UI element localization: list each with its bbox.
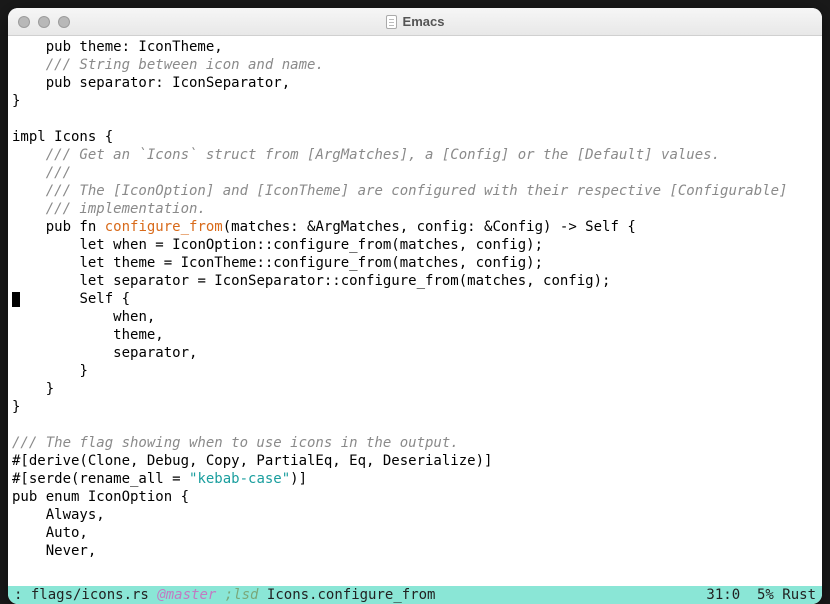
emacs-window: Emacs pub theme: IconTheme, /// String b… <box>8 8 822 604</box>
document-icon <box>386 15 397 29</box>
code-line[interactable]: Self { <box>8 290 822 308</box>
code-line[interactable]: /// The [IconOption] and [IconTheme] are… <box>8 182 822 200</box>
modeline-vc-branch: @master <box>157 587 216 603</box>
zoom-button[interactable] <box>58 16 70 28</box>
window-title: Emacs <box>8 14 822 29</box>
code-line[interactable]: /// implementation. <box>8 200 822 218</box>
code-line[interactable]: when, <box>8 308 822 326</box>
code-line[interactable]: } <box>8 362 822 380</box>
code-line[interactable]: pub fn configure_from(matches: &ArgMatch… <box>8 218 822 236</box>
titlebar[interactable]: Emacs <box>8 8 822 36</box>
window-title-text: Emacs <box>403 14 445 29</box>
code-line[interactable]: let theme = IconTheme::configure_from(ma… <box>8 254 822 272</box>
text-cursor <box>12 292 20 307</box>
code-line[interactable]: } <box>8 398 822 416</box>
code-line[interactable]: let when = IconOption::configure_from(ma… <box>8 236 822 254</box>
modeline-file-path: flags/icons.rs <box>31 587 149 603</box>
code-line[interactable] <box>8 416 822 434</box>
code-line[interactable]: /// <box>8 164 822 182</box>
code-line[interactable]: pub separator: IconSeparator, <box>8 74 822 92</box>
modeline-position: 31:0 <box>706 587 740 603</box>
code-line[interactable]: } <box>8 380 822 398</box>
code-line[interactable]: /// The flag showing when to use icons i… <box>8 434 822 452</box>
code-line[interactable]: pub theme: IconTheme, <box>8 38 822 56</box>
editor-buffer[interactable]: pub theme: IconTheme, /// String between… <box>8 36 822 586</box>
minimize-button[interactable] <box>38 16 50 28</box>
modeline-prefix: : <box>14 587 31 603</box>
modeline-project-sep: ; <box>216 587 233 603</box>
code-line[interactable]: separator, <box>8 344 822 362</box>
code-line[interactable]: let separator = IconSeparator::configure… <box>8 272 822 290</box>
code-line[interactable]: #[serde(rename_all = "kebab-case")] <box>8 470 822 488</box>
code-line[interactable]: pub enum IconOption { <box>8 488 822 506</box>
modeline-project: lsd <box>233 587 258 603</box>
code-line[interactable]: #[derive(Clone, Debug, Copy, PartialEq, … <box>8 452 822 470</box>
code-line[interactable]: } <box>8 92 822 110</box>
code-line[interactable]: Never, <box>8 542 822 560</box>
code-line[interactable]: theme, <box>8 326 822 344</box>
code-line[interactable] <box>8 110 822 128</box>
modeline-which-func: Icons.configure_from <box>258 587 435 603</box>
modeline-major-mode: Rust <box>782 587 816 603</box>
code-line[interactable]: /// Get an `Icons` struct from [ArgMatch… <box>8 146 822 164</box>
close-button[interactable] <box>18 16 30 28</box>
modeline[interactable]: : flags/icons.rs @master ;lsd Icons.conf… <box>8 586 822 604</box>
code-line[interactable]: Always, <box>8 506 822 524</box>
modeline-percent: 5% <box>757 587 774 603</box>
window-controls <box>8 16 70 28</box>
code-line[interactable]: Auto, <box>8 524 822 542</box>
modeline-left: : flags/icons.rs @master ;lsd Icons.conf… <box>14 586 706 604</box>
modeline-right: 31:0 5% Rust <box>706 586 816 604</box>
code-line[interactable]: impl Icons { <box>8 128 822 146</box>
code-line[interactable]: /// String between icon and name. <box>8 56 822 74</box>
